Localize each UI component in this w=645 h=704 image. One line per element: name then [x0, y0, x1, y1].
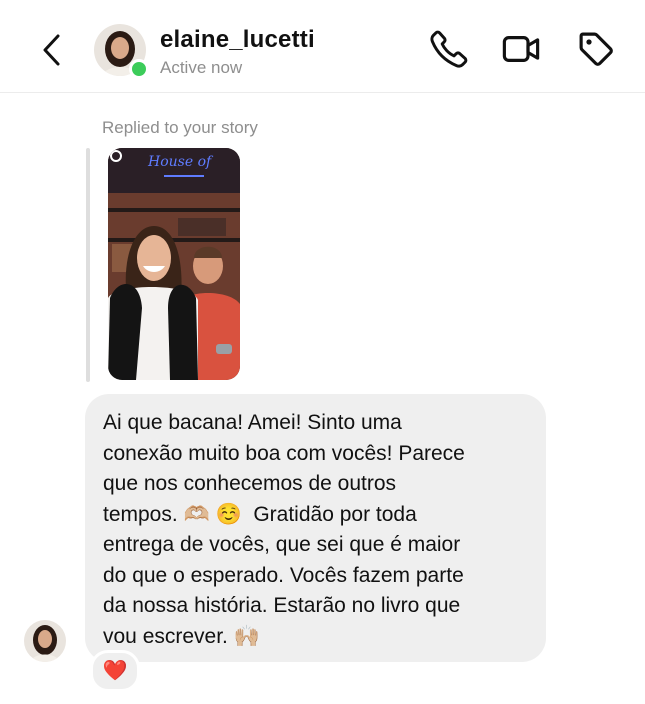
message-bubble[interactable]: Ai que bacana! Amei! Sinto uma conexão m…	[85, 394, 546, 662]
phone-icon[interactable]	[428, 28, 470, 70]
story-neon-sign: House of	[147, 154, 214, 170]
story-reply-label: Replied to your story	[102, 118, 258, 137]
chat-header: elaine_lucetti Active now	[0, 0, 645, 93]
tag-icon[interactable]	[575, 28, 617, 70]
back-arrow-icon[interactable]	[36, 30, 72, 70]
message-text: Ai que bacana! Amei! Sinto uma conexão m…	[103, 411, 465, 648]
reply-quote-bar	[86, 148, 90, 382]
contact-username[interactable]: elaine_lucetti	[160, 26, 315, 54]
video-camera-icon[interactable]	[500, 28, 542, 70]
activity-status: Active now	[160, 58, 243, 77]
online-status-dot	[129, 59, 149, 79]
message-reaction[interactable]: ❤️	[90, 650, 140, 692]
heart-reaction-icon: ❤️	[102, 660, 128, 682]
story-thumbnail[interactable]: House of	[108, 148, 240, 380]
sender-avatar[interactable]	[24, 620, 66, 662]
